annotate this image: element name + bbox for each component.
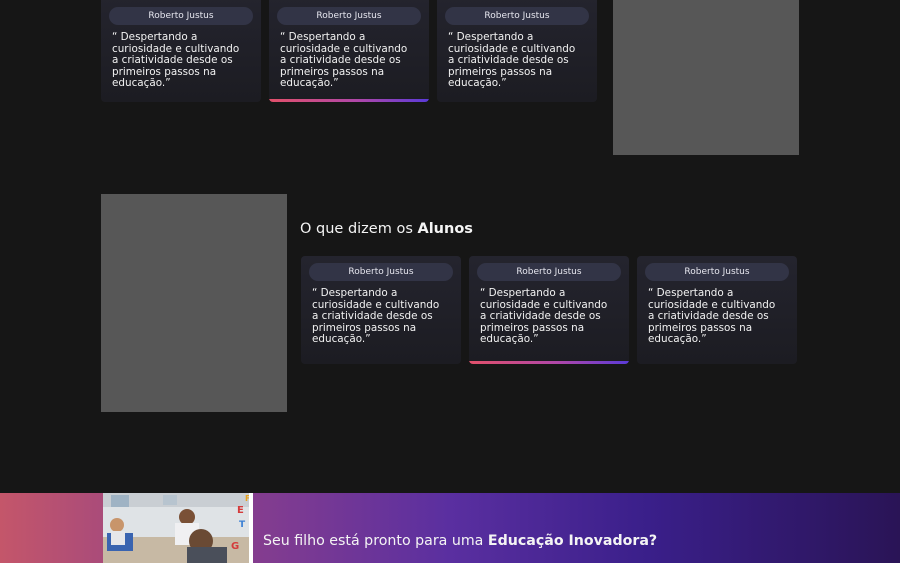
cta-text-highlight: Educação Inovadora?: [487, 533, 658, 549]
testimonial-quote: “ Despertando a curiosidade e cultivando…: [112, 31, 240, 90]
testimonial-quote: “ Despertando a curiosidade e cultivando…: [312, 287, 440, 346]
testimonial-author: Roberto Justus: [109, 7, 253, 25]
svg-text:T: T: [239, 520, 246, 530]
testimonial-quote: “ Despertando a curiosidade e cultivando…: [648, 287, 776, 346]
testimonial-quote: “ Despertando a curiosidade e cultivando…: [480, 287, 608, 346]
svg-text:E: E: [237, 505, 244, 516]
testimonial-card[interactable]: Roberto Justus “ Despertando a curiosida…: [101, 0, 261, 102]
testimonial-card[interactable]: Roberto Justus “ Despertando a curiosida…: [469, 256, 629, 364]
cta-text-prefix: Seu filho está pronto para uma: [263, 533, 484, 549]
image-placeholder: [101, 194, 287, 412]
section-title-highlight: Alunos: [417, 221, 473, 237]
testimonial-card[interactable]: Roberto Justus “ Despertando a curiosida…: [269, 0, 429, 102]
testimonial-author: Roberto Justus: [277, 7, 421, 25]
image-placeholder: [613, 0, 799, 155]
cta-banner[interactable]: E T G F Seu filho está pronto para uma E…: [0, 493, 900, 563]
active-indicator: [469, 361, 629, 364]
cta-text: Seu filho está pronto para uma Educação …: [263, 533, 657, 549]
testimonial-card[interactable]: Roberto Justus “ Despertando a curiosida…: [437, 0, 597, 102]
testimonial-author: Roberto Justus: [645, 263, 789, 281]
testimonial-card[interactable]: Roberto Justus “ Despertando a curiosida…: [301, 256, 461, 364]
testimonial-author: Roberto Justus: [477, 263, 621, 281]
testimonial-card[interactable]: Roberto Justus “ Despertando a curiosida…: [637, 256, 797, 364]
section-title-prefix: O que dizem os: [300, 221, 413, 237]
testimonial-author: Roberto Justus: [445, 7, 589, 25]
classroom-photo: E T G F: [103, 493, 253, 563]
testimonial-quote: “ Despertando a curiosidade e cultivando…: [448, 31, 576, 90]
active-indicator: [269, 99, 429, 102]
testimonial-quote: “ Despertando a curiosidade e cultivando…: [280, 31, 408, 90]
testimonial-author: Roberto Justus: [309, 263, 453, 281]
section-title: O que dizem os Alunos: [300, 221, 473, 237]
svg-text:G: G: [231, 541, 239, 552]
